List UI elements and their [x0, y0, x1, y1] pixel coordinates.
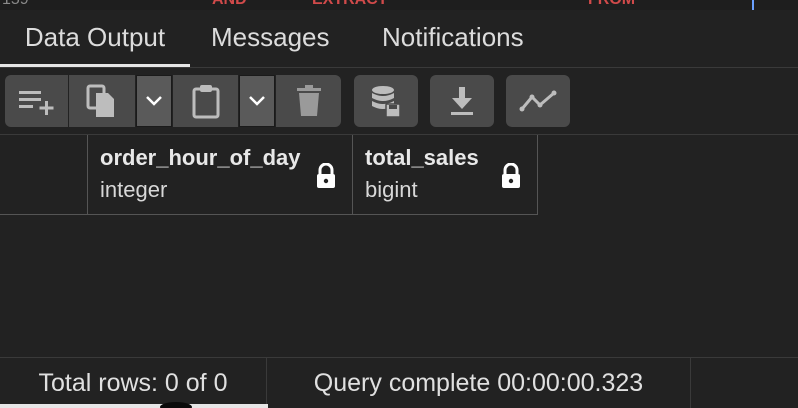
- paste-button[interactable]: [173, 75, 238, 127]
- delete-icon: [296, 85, 321, 116]
- delete-button[interactable]: [276, 75, 341, 127]
- cursor-artifact: [160, 402, 192, 408]
- copy-icon: [86, 84, 114, 117]
- lock-icon: [317, 163, 335, 188]
- column-type: integer: [100, 177, 168, 202]
- keyword-extract: EXTRACT: [312, 0, 388, 9]
- query-results-panel: 159 AND EXTRACT FROM Data Output Message…: [0, 0, 798, 408]
- active-status-indicator: [0, 404, 268, 408]
- copy-options-dropdown[interactable]: [136, 75, 172, 127]
- paste-icon: [192, 85, 219, 119]
- tab-messages[interactable]: Messages: [211, 10, 330, 65]
- download-button[interactable]: [430, 75, 494, 127]
- editor-cursor: [752, 0, 754, 10]
- row-number-header[interactable]: [0, 135, 88, 215]
- sql-editor-remnant: 159 AND EXTRACT FROM: [0, 0, 798, 10]
- tab-notifications[interactable]: Notifications: [382, 10, 524, 65]
- add-row-button[interactable]: [5, 75, 68, 127]
- add-row-icon: [18, 91, 53, 115]
- save-data-icon: [372, 86, 401, 118]
- column-type: bigint: [365, 177, 418, 202]
- chevron-down-icon: [249, 96, 265, 106]
- query-time-status: Query complete 00:00:00.323: [267, 358, 691, 408]
- status-bar: Total rows: 0 of 0 Query complete 00:00:…: [0, 357, 798, 408]
- keyword-from: FROM: [588, 0, 635, 9]
- column-name: order_hour_of_day: [100, 145, 301, 170]
- keyword-and: AND: [212, 0, 247, 9]
- graph-icon: [519, 90, 557, 112]
- line-number: 159: [2, 0, 29, 9]
- save-data-button[interactable]: [354, 75, 418, 127]
- data-toolbar: [0, 68, 798, 135]
- result-tabs: Data Output Messages Notifications: [0, 10, 798, 68]
- download-icon: [451, 87, 473, 115]
- copy-button[interactable]: [69, 75, 135, 127]
- total-rows-status: Total rows: 0 of 0: [0, 358, 267, 408]
- column-header-total-sales[interactable]: total_sales bigint: [353, 135, 538, 215]
- column-name: total_sales: [365, 145, 479, 170]
- chevron-down-icon: [146, 96, 162, 106]
- tab-data-output[interactable]: Data Output: [0, 10, 190, 67]
- results-grid: order_hour_of_day integer total_sales bi…: [0, 135, 798, 357]
- column-header-order-hour-of-day[interactable]: order_hour_of_day integer: [88, 135, 353, 215]
- paste-options-dropdown[interactable]: [239, 75, 275, 127]
- graph-visualiser-button[interactable]: [506, 75, 570, 127]
- lock-icon: [502, 163, 520, 188]
